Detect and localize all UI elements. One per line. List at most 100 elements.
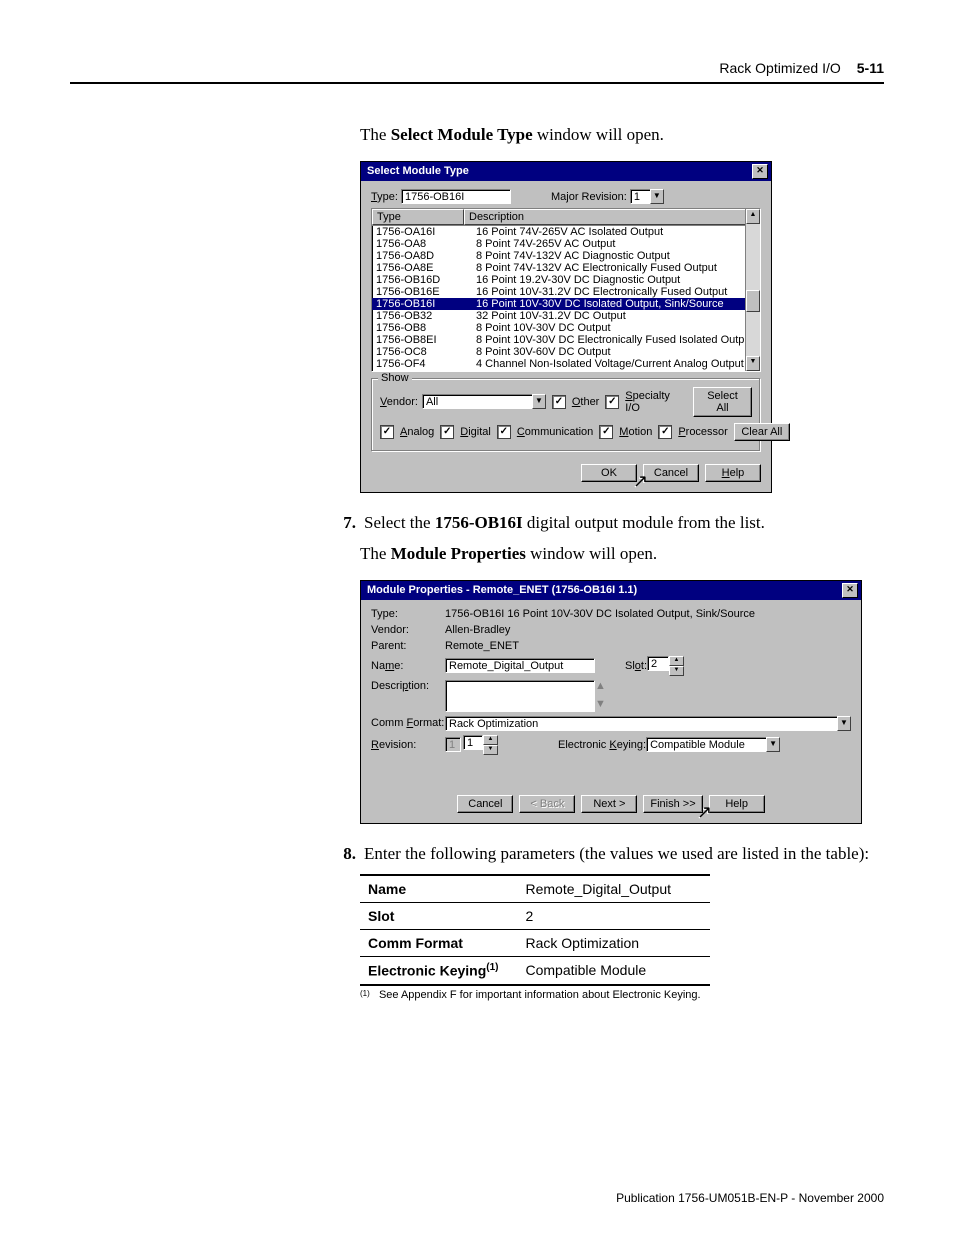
select-all-button[interactable]: Select All bbox=[693, 387, 752, 417]
help-button[interactable]: Help bbox=[709, 795, 765, 813]
next-button[interactable]: Next > bbox=[581, 795, 637, 813]
list-item[interactable]: 1756-OA88 Point 74V-265V AC Output bbox=[372, 238, 760, 250]
scrollbar[interactable]: ▲ ▼ bbox=[745, 209, 760, 371]
table-row: Slot 2 bbox=[360, 902, 710, 929]
name-input[interactable]: Remote_Digital_Output bbox=[445, 658, 595, 673]
list-item[interactable]: 1756-OB8EI8 Point 10V-30V DC Electronica… bbox=[372, 334, 760, 346]
spinner-down-icon[interactable]: ▼ bbox=[483, 745, 498, 755]
parent-value: Remote_ENET bbox=[445, 640, 519, 652]
param-name: Slot bbox=[360, 902, 518, 929]
table-row: Name Remote_Digital_Output bbox=[360, 875, 710, 903]
spinner-down-icon[interactable]: ▼ bbox=[669, 666, 684, 676]
digital-checkbox[interactable]: ✓ bbox=[440, 425, 454, 439]
chevron-down-icon[interactable]: ▼ bbox=[532, 394, 546, 409]
param-value: Remote_Digital_Output bbox=[518, 875, 711, 903]
footnote: (1) See Appendix F for important informa… bbox=[360, 989, 710, 1001]
chevron-down-icon[interactable]: ▼ bbox=[650, 189, 664, 204]
chevron-down-icon[interactable]: ▼ bbox=[766, 737, 780, 752]
analog-checkbox[interactable]: ✓ bbox=[380, 425, 394, 439]
slot-spinner[interactable]: 2 ▲▼ bbox=[647, 656, 684, 676]
param-name: Electronic Keying(1) bbox=[360, 956, 518, 984]
cancel-button[interactable]: Cancel bbox=[457, 795, 513, 813]
spinner-up-icon[interactable]: ▲ bbox=[483, 735, 498, 745]
list-item[interactable]: 1756-OA8E8 Point 74V-132V AC Electronica… bbox=[372, 262, 760, 274]
vendor-dropdown[interactable]: All ▼ bbox=[422, 394, 546, 409]
list-item-description: 16 Point 10V-31.2V DC Electronically Fus… bbox=[472, 286, 760, 298]
col-description[interactable]: Description bbox=[464, 209, 760, 225]
slot-label: Slot: bbox=[625, 660, 647, 672]
list-item-type: 1756-OB8EI bbox=[372, 334, 472, 346]
cancel-button[interactable]: Cancel bbox=[643, 464, 699, 482]
list-item[interactable]: 1756-OC88 Point 30V-60V DC Output bbox=[372, 346, 760, 358]
list-item[interactable]: 1756-OA16I16 Point 74V-265V AC Isolated … bbox=[372, 226, 760, 238]
param-name: Name bbox=[360, 875, 518, 903]
description-label: Description: bbox=[371, 680, 445, 692]
specialty-checkbox[interactable]: ✓ bbox=[605, 395, 619, 409]
list-rows[interactable]: 1756-OA16I16 Point 74V-265V AC Isolated … bbox=[372, 226, 760, 371]
select-module-type-window: Select Module Type ✕ Type: 1756-OB16I Ma… bbox=[360, 161, 772, 493]
list-item-type: 1756-OF4 bbox=[372, 358, 472, 370]
specialty-label: Specialty I/O bbox=[625, 390, 687, 414]
desc-scroll-up-icon[interactable]: ▲ bbox=[595, 680, 608, 694]
name-label: Name: bbox=[371, 660, 445, 672]
back-button: < Back bbox=[519, 795, 575, 813]
type-label: Type: bbox=[371, 191, 398, 203]
show-legend: Show bbox=[378, 372, 412, 384]
scroll-up-icon[interactable]: ▲ bbox=[746, 209, 760, 224]
major-revision-label: Major Revision: bbox=[551, 191, 627, 203]
table-row: Electronic Keying(1) Compatible Module bbox=[360, 956, 710, 984]
list-item-description: 16 Point 19.2V-30V DC Diagnostic Output bbox=[472, 274, 760, 286]
list-item[interactable]: 1756-OB16D16 Point 19.2V-30V DC Diagnost… bbox=[372, 274, 760, 286]
parent-label: Parent: bbox=[371, 640, 445, 652]
clear-all-button[interactable]: Clear All bbox=[734, 423, 790, 441]
communication-checkbox[interactable]: ✓ bbox=[497, 425, 511, 439]
ok-button[interactable]: OK bbox=[581, 464, 637, 482]
type-input[interactable]: 1756-OB16I bbox=[401, 189, 511, 204]
close-icon[interactable]: ✕ bbox=[752, 164, 768, 179]
list-item-type: 1756-OA16I bbox=[372, 226, 472, 238]
list-item[interactable]: 1756-OF44 Channel Non-Isolated Voltage/C… bbox=[372, 358, 760, 370]
chevron-down-icon[interactable]: ▼ bbox=[837, 716, 851, 731]
list-item-description: 8 Point 74V-132V AC Diagnostic Output bbox=[472, 250, 760, 262]
desc-scroll-down-icon[interactable]: ▼ bbox=[595, 698, 608, 712]
list-item-description: 4 Channel Non-Isolated Voltage/Current A… bbox=[472, 358, 760, 370]
list-item-description: 8 Point 74V-132V AC Electronically Fused… bbox=[472, 262, 760, 274]
list-header: Type Description bbox=[372, 209, 760, 226]
rev-minor-spinner[interactable]: 1 ▲▼ bbox=[463, 735, 498, 755]
description-input[interactable] bbox=[445, 680, 595, 712]
help-button[interactable]: Help bbox=[705, 464, 761, 482]
list-item-type: 1756-OB32 bbox=[372, 310, 472, 322]
motion-label: Motion bbox=[619, 426, 652, 438]
step-8-text: Enter the following parameters (the valu… bbox=[364, 844, 896, 864]
electronic-keying-dropdown[interactable]: Compatible Module ▼ bbox=[646, 737, 780, 752]
processor-checkbox[interactable]: ✓ bbox=[658, 425, 672, 439]
list-item-description: 8 Point 10V-30V DC Output bbox=[472, 322, 760, 334]
parameters-table: Name Remote_Digital_Output Slot 2 Comm F… bbox=[360, 874, 710, 986]
titlebar: Module Properties - Remote_ENET (1756-OB… bbox=[361, 581, 861, 600]
scroll-down-icon[interactable]: ▼ bbox=[746, 356, 760, 371]
close-icon[interactable]: ✕ bbox=[842, 583, 858, 598]
motion-checkbox[interactable]: ✓ bbox=[599, 425, 613, 439]
step-7-number: 7. bbox=[336, 513, 356, 533]
list-item[interactable]: 1756-OB88 Point 10V-30V DC Output bbox=[372, 322, 760, 334]
step-8-number: 8. bbox=[336, 844, 356, 864]
other-checkbox[interactable]: ✓ bbox=[552, 395, 566, 409]
list-item-description: 32 Point 10V-31.2V DC Output bbox=[472, 310, 760, 322]
publication-footer: Publication 1756-UM051B-EN-P - November … bbox=[616, 1191, 884, 1205]
module-listbox[interactable]: Type Description 1756-OA16I16 Point 74V-… bbox=[371, 208, 761, 372]
finish-button[interactable]: Finish >> bbox=[643, 795, 702, 813]
list-item[interactable]: 1756-OB16I16 Point 10V-30V DC Isolated O… bbox=[372, 298, 760, 310]
list-item-type: 1756-OB16I bbox=[372, 298, 472, 310]
commformat-dropdown[interactable]: Rack Optimization ▼ bbox=[445, 716, 851, 731]
spinner-up-icon[interactable]: ▲ bbox=[669, 656, 684, 666]
scroll-thumb[interactable] bbox=[746, 290, 760, 312]
list-item-type: 1756-OB8 bbox=[372, 322, 472, 334]
col-type[interactable]: Type bbox=[372, 209, 464, 225]
commformat-label: Comm Format: bbox=[371, 717, 445, 729]
list-item[interactable]: 1756-OB16E16 Point 10V-31.2V DC Electron… bbox=[372, 286, 760, 298]
section-title: Rack Optimized I/O bbox=[719, 60, 840, 76]
list-item-type: 1756-OA8D bbox=[372, 250, 472, 262]
major-revision-dropdown[interactable]: 1 ▼ bbox=[630, 189, 664, 204]
list-item[interactable]: 1756-OB3232 Point 10V-31.2V DC Output bbox=[372, 310, 760, 322]
list-item[interactable]: 1756-OA8D8 Point 74V-132V AC Diagnostic … bbox=[372, 250, 760, 262]
